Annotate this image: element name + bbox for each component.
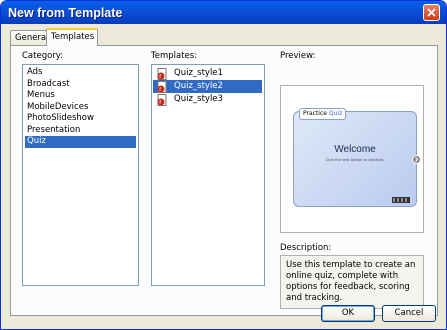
preview-slide: Practice Quiz Welcome Click the next but… [293, 108, 421, 207]
preview-badge-prefix: Practice [303, 110, 327, 117]
template-file-icon: f [157, 94, 167, 106]
ok-button[interactable]: OK [321, 305, 375, 322]
template-item-quiz-style3[interactable]: f Quiz_style3 [153, 93, 262, 106]
description-label: Description: [280, 243, 332, 253]
category-item-menus[interactable]: Menus [25, 90, 136, 102]
template-item-label: Quiz_style2 [174, 81, 223, 91]
description-text: Use this template to create an online qu… [280, 255, 424, 309]
svg-text:f: f [159, 100, 161, 106]
category-list[interactable]: Ads Broadcast Menus MobileDevices PhotoS… [22, 64, 139, 286]
template-item-label: Quiz_style3 [174, 94, 223, 104]
category-item-presentation[interactable]: Presentation [25, 125, 136, 137]
preview-badge-accent: Quiz [328, 110, 343, 117]
template-file-icon: f [157, 68, 167, 80]
preview-badge: Practice Quiz [299, 108, 347, 120]
category-label: Category: [22, 51, 64, 61]
template-item-quiz-style2[interactable]: f Quiz_style2 [153, 80, 262, 93]
tab-general[interactable]: General [10, 30, 49, 45]
close-button[interactable] [423, 4, 440, 21]
preview-label: Preview: [280, 51, 316, 61]
next-arrow-icon [412, 155, 421, 164]
templates-label: Templates: [151, 51, 198, 61]
dialog-window: New from Template General Templates Cate… [0, 0, 447, 330]
preview-pane: Practice Quiz Welcome Click the next but… [280, 85, 424, 233]
playbar-icon [392, 197, 410, 203]
category-item-photoslideshow[interactable]: PhotoSlideshow [25, 113, 136, 125]
category-item-ads[interactable]: Ads [25, 67, 136, 79]
window-title: New from Template [8, 6, 123, 20]
templates-list[interactable]: f Quiz_style1 f Quiz_style2 f Quiz_style… [151, 64, 265, 286]
template-file-icon: f [157, 81, 167, 93]
template-item-label: Quiz_style1 [174, 68, 223, 78]
dialog-body: General Templates Category: Ads Broadcas… [4, 24, 443, 326]
category-item-mobiledevices[interactable]: MobileDevices [25, 102, 136, 114]
tab-templates[interactable]: Templates [46, 28, 98, 46]
tab-general-label: General [15, 33, 49, 43]
template-item-quiz-style1[interactable]: f Quiz_style1 [153, 67, 262, 80]
preview-welcome: Welcome [334, 144, 376, 155]
title-bar[interactable]: New from Template [1, 1, 446, 24]
tab-templates-label: Templates [51, 32, 95, 42]
category-item-quiz[interactable]: Quiz [25, 136, 136, 148]
close-icon [427, 8, 436, 17]
preview-subtext: Click the next button to continue. [325, 158, 385, 162]
cancel-button[interactable]: Cancel [382, 305, 436, 322]
category-item-broadcast[interactable]: Broadcast [25, 79, 136, 91]
templates-panel: Category: Ads Broadcast Menus MobileDevi… [10, 45, 438, 316]
